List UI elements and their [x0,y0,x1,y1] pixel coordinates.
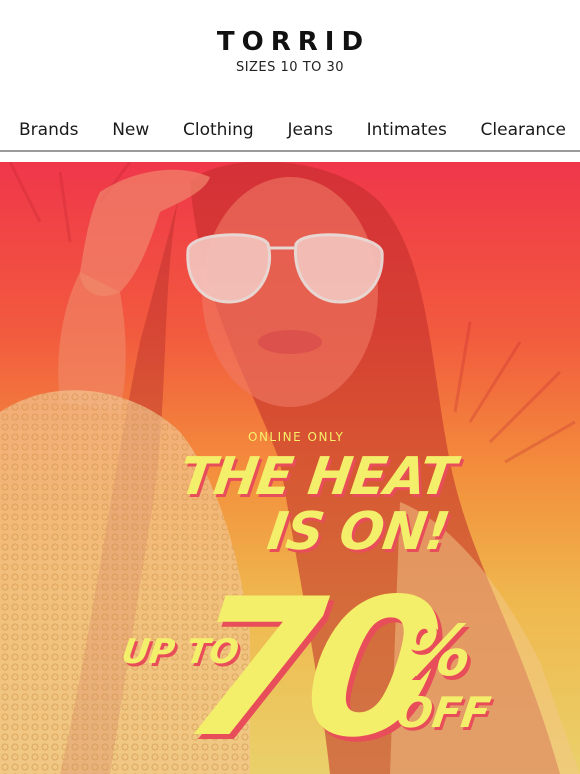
nav-item-brands[interactable]: Brands [19,120,79,140]
nav-item-intimates[interactable]: Intimates [367,120,447,140]
nav-item-clearance[interactable]: Clearance [481,120,566,140]
nav-item-clothing[interactable]: Clothing [183,120,254,140]
main-nav: Brands New Clothing Jeans Intimates Clea… [0,110,580,152]
email-header: TORRID SIZES 10 TO 30 [0,0,580,88]
hero-banner[interactable]: ONLINE ONLY THE HEAT IS ON! UP TO 70 % O… [0,162,580,774]
brand-tagline: SIZES 10 TO 30 [235,60,345,75]
headline-line-1: THE HEAT [175,447,459,507]
nav-item-new[interactable]: New [112,120,149,140]
headline-line-2: IS ON! [263,502,453,562]
online-only-eyebrow: ONLINE ONLY [248,430,345,444]
brand-logo[interactable]: TORRID [0,27,580,57]
nav-item-jeans[interactable]: Jeans [287,120,333,140]
percent-sign: % [396,610,478,692]
off-text: OFF [393,688,494,737]
